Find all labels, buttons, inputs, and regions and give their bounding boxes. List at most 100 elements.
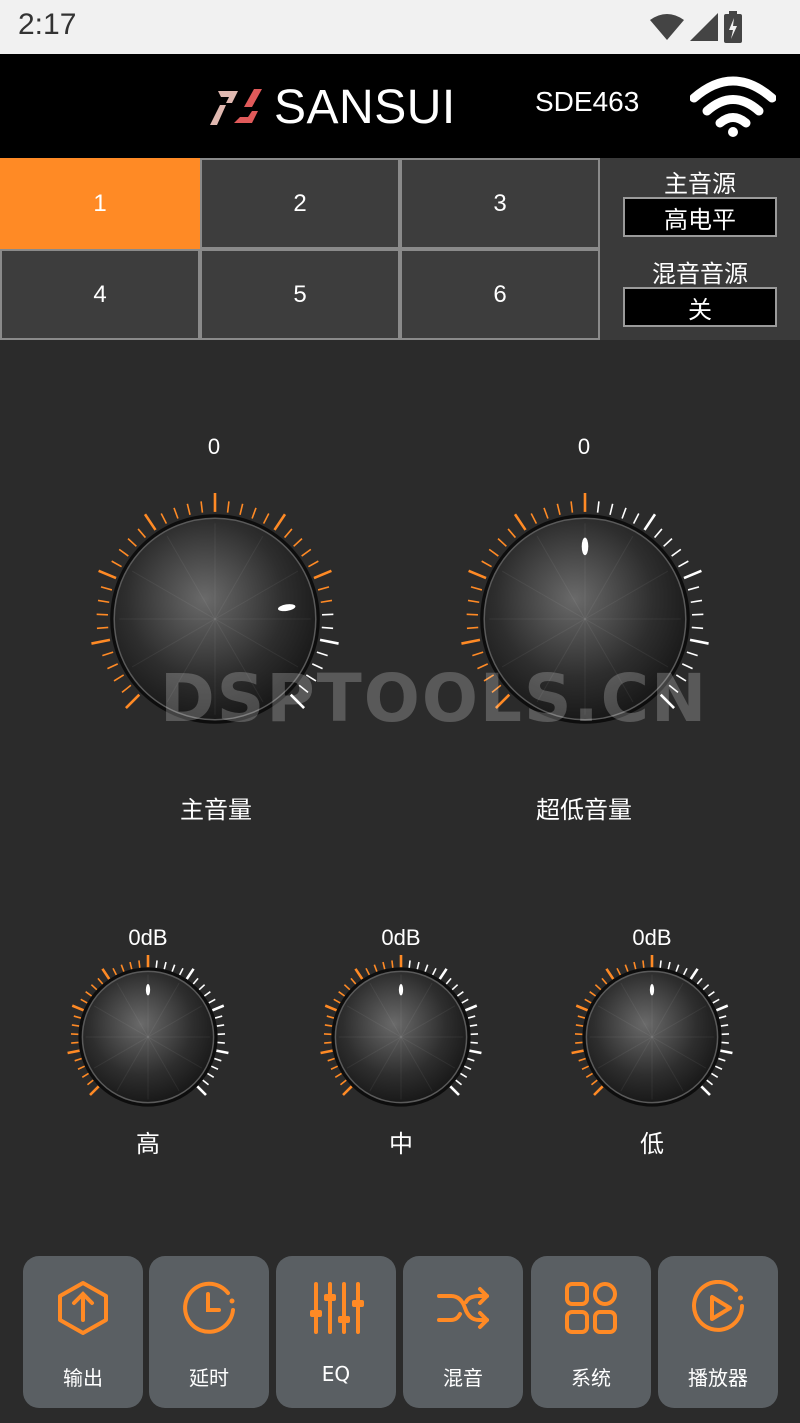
status-time: 2:17 — [18, 8, 77, 41]
knob-tick — [365, 967, 371, 976]
knob-tick — [207, 1072, 215, 1078]
knob-tick — [408, 960, 411, 968]
knob-tick — [382, 961, 386, 970]
knob-tick — [470, 586, 483, 591]
main-source-select[interactable]: 高电平 — [623, 197, 777, 237]
knob-tick — [342, 1085, 353, 1096]
master-volume-label: 主音量 — [180, 796, 252, 824]
knob-tick — [463, 1065, 472, 1070]
device-model: SDE463 — [535, 86, 640, 117]
knob-tick — [326, 1015, 335, 1019]
bass-knob[interactable] — [570, 955, 734, 1119]
knob-tick — [456, 991, 464, 997]
knob-tick — [470, 1041, 478, 1044]
preset-button-5[interactable]: 5 — [200, 249, 400, 340]
knob-tick — [163, 961, 167, 970]
knob-tick — [113, 674, 125, 682]
wifi-connect-button[interactable] — [689, 76, 777, 138]
knob-tick — [686, 651, 698, 657]
knob-tick — [543, 507, 549, 519]
eq-icon — [310, 1282, 364, 1334]
knob-tick — [121, 684, 132, 693]
knob-tick — [461, 998, 469, 1004]
knob-tick — [97, 599, 110, 604]
knob-tick — [469, 1049, 482, 1055]
knob-tick — [74, 1057, 82, 1062]
knob-tick — [689, 638, 709, 645]
nav-eq-button[interactable]: EQ — [276, 1256, 396, 1408]
knob-tick — [575, 1041, 583, 1044]
status-icons — [650, 10, 742, 44]
knob-tick — [687, 586, 700, 591]
nav-mix-label: 混音 — [443, 1366, 483, 1390]
preset-button-3[interactable]: 3 — [400, 158, 600, 249]
knob-tick — [577, 1015, 586, 1019]
knob-tick — [350, 977, 357, 985]
nav-mix-button[interactable]: 混音 — [403, 1256, 523, 1408]
knob-tick — [497, 538, 507, 547]
nav-player-button[interactable]: 播放器 — [658, 1256, 778, 1408]
knob-tick — [73, 1015, 82, 1019]
knob-tick — [86, 1079, 94, 1086]
preset-panel: 1 2 3 4 5 6 主音源 高电平 混音音源 关 — [0, 158, 800, 340]
knob-tick — [100, 586, 113, 591]
knob-tick — [451, 984, 459, 991]
bass-label: 低 — [640, 1130, 664, 1158]
nav-output-button[interactable]: 输出 — [23, 1256, 143, 1408]
knob-tick — [77, 1065, 86, 1070]
knob-tick — [85, 991, 93, 997]
knob-tick — [308, 560, 319, 568]
nav-output-label: 输出 — [63, 1366, 103, 1390]
nav-delay-button[interactable]: 延时 — [149, 1256, 269, 1408]
knob-tick — [556, 503, 561, 516]
knob-tick — [198, 984, 206, 991]
knob-tick — [343, 984, 351, 991]
knob-tick — [118, 548, 129, 557]
knob-tick — [507, 528, 517, 539]
knob-tick — [449, 1085, 460, 1096]
wifi-icon — [689, 76, 777, 137]
knob-tick — [589, 991, 597, 997]
knob-tick — [712, 998, 720, 1004]
knob-tick — [720, 1024, 729, 1027]
knob-tick — [675, 964, 680, 972]
knob-tick — [663, 538, 673, 547]
delay-icon — [183, 1281, 235, 1334]
preset-button-4[interactable]: 4 — [0, 249, 200, 340]
mix-source-select[interactable]: 关 — [623, 287, 777, 327]
knob-tick — [575, 1024, 584, 1027]
preset-button-2[interactable]: 2 — [200, 158, 400, 249]
knob-tick — [416, 961, 420, 970]
knob-tick — [320, 599, 333, 604]
knob-tick — [714, 1065, 723, 1070]
knob-tick — [178, 967, 184, 976]
treble-knob[interactable] — [66, 955, 230, 1119]
nav-eq-label: EQ — [321, 1362, 351, 1386]
knob-tick — [488, 548, 499, 557]
knob-tick — [601, 977, 608, 985]
nav-system-button[interactable]: 系统 — [531, 1256, 651, 1408]
knob-pointer — [145, 984, 151, 996]
knob-tick — [101, 968, 111, 980]
knob-tick — [316, 651, 328, 657]
knob-tick — [97, 977, 104, 985]
player-icon — [692, 1280, 744, 1332]
knob-tick — [683, 569, 702, 580]
mid-knob[interactable] — [319, 955, 483, 1119]
preset-button-1[interactable]: 1 — [0, 158, 200, 249]
knob-tick — [464, 1004, 478, 1012]
knob-tick — [71, 1041, 79, 1044]
knob-tick — [185, 968, 195, 980]
knob-tick — [460, 1072, 468, 1078]
treble-label: 高 — [136, 1130, 160, 1158]
knob-tick — [659, 960, 662, 968]
mid-label: 中 — [389, 1130, 413, 1158]
knob-tick — [216, 1024, 225, 1027]
knob-tick — [327, 1057, 335, 1062]
knob-tick — [469, 1024, 478, 1027]
knob-tick — [90, 984, 98, 991]
bass-value: 0dB — [632, 925, 672, 950]
preset-button-6[interactable]: 6 — [400, 249, 600, 340]
knob-tick — [71, 1024, 80, 1027]
knob-tick — [127, 538, 137, 547]
